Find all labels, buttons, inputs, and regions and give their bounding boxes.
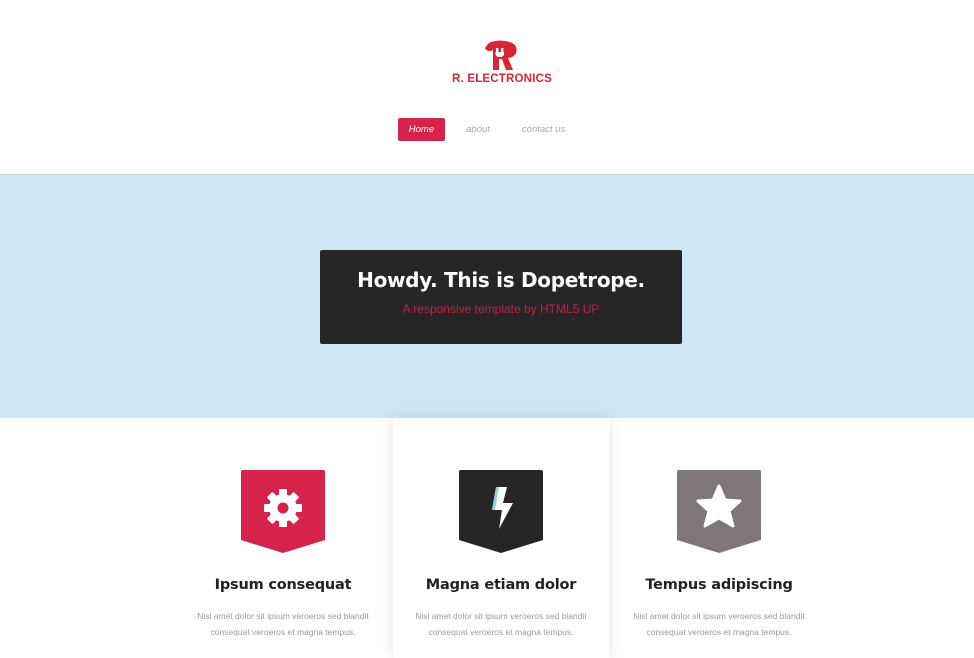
feature-title: Tempus adipiscing [645, 577, 793, 593]
site-header: R. ELECTRONICS Home about contact us [0, 0, 974, 175]
feature-card-magna-etiam-dolor: Magna etiam dolor Nisl amet dolor sit ip… [393, 418, 609, 658]
banner-box: Howdy. This is Dopetrope. A responsive t… [320, 250, 682, 344]
feature-badge [241, 470, 325, 553]
features-section: Ipsum consequat Nisl amet dolor sit ipsu… [0, 418, 974, 658]
logo-text: R. ELECTRONICS [452, 73, 552, 85]
plug-logo-icon [485, 40, 517, 70]
gear-icon [264, 489, 302, 527]
feature-text: Nisl amet dolor sit ipsum veroeros sed b… [415, 611, 587, 637]
main-nav: Home about contact us [0, 118, 974, 142]
feature-text: Nisl amet dolor sit ipsum veroeros sed b… [633, 611, 805, 637]
feature-title: Ipsum consequat [214, 577, 352, 593]
feature-title: Magna etiam dolor [425, 577, 577, 593]
banner-title: Howdy. This is Dopetrope. [357, 268, 645, 292]
hero-banner: Howdy. This is Dopetrope. A responsive t… [0, 175, 974, 418]
site-logo[interactable]: R. ELECTRONICS [437, 40, 567, 92]
feature-text: Nisl amet dolor sit ipsum veroeros sed b… [197, 611, 369, 637]
feature-card-ipsum-consequat: Ipsum consequat Nisl amet dolor sit ipsu… [175, 418, 391, 658]
feature-badge [677, 470, 761, 553]
nav-item-contact-us[interactable]: contact us [511, 118, 576, 141]
feature-card-tempus-adipiscing: Tempus adipiscing Nisl amet dolor sit ip… [611, 418, 827, 658]
nav-item-home[interactable]: Home [397, 118, 446, 141]
nav-item-about[interactable]: about [455, 118, 501, 141]
banner-subtitle: A responsive template by HTML5 UP [402, 302, 600, 316]
feature-badge [459, 470, 543, 553]
